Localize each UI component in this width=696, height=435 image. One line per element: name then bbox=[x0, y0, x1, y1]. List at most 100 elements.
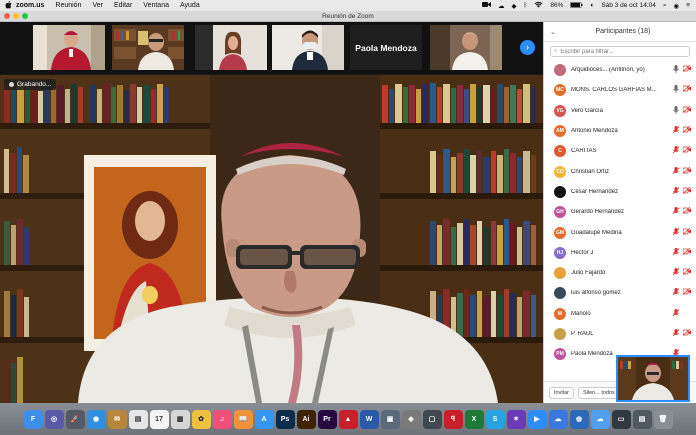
participant-row[interactable]: CO Christian Ortiz bbox=[544, 161, 696, 181]
dock-app-icon[interactable]: 17 bbox=[149, 409, 169, 429]
participant-row[interactable]: Arquidióces... (Anfitrión, yo) bbox=[544, 60, 696, 80]
mic-muted-icon[interactable] bbox=[672, 247, 680, 258]
participant-row[interactable]: MC MONS. CARLOS GARFIAS M... bbox=[544, 80, 696, 100]
user-icon[interactable]: ◉ bbox=[674, 2, 680, 10]
dock-app-icon[interactable]: ◈ bbox=[401, 409, 421, 429]
video-thumbnail[interactable] bbox=[33, 25, 105, 70]
zoom-status-icon[interactable] bbox=[481, 1, 491, 10]
video-off-icon[interactable] bbox=[682, 64, 691, 75]
participant-row[interactable]: Julio Fajardo bbox=[544, 263, 696, 283]
wifi-icon[interactable] bbox=[534, 1, 543, 10]
control-center-icon[interactable]: ≡ bbox=[686, 2, 690, 9]
participant-row[interactable]: P. RAÚL bbox=[544, 324, 696, 344]
dock-app-icon[interactable]: 🚀 bbox=[65, 409, 85, 429]
dock-app-icon[interactable]: ✉ bbox=[107, 409, 127, 429]
dock-app-icon[interactable]: ▶ bbox=[527, 409, 547, 429]
siri-icon[interactable]: ◐ bbox=[590, 2, 594, 9]
menu-reunion[interactable]: Reunión bbox=[55, 2, 81, 9]
mic-muted-icon[interactable] bbox=[672, 166, 680, 177]
video-off-icon[interactable] bbox=[682, 125, 691, 136]
video-off-icon[interactable] bbox=[682, 328, 691, 339]
mic-icon[interactable] bbox=[673, 65, 679, 75]
menu-editar[interactable]: Editar bbox=[114, 2, 132, 9]
clock[interactable]: Sáb 3 de oct 14:04 bbox=[601, 2, 656, 9]
participant-row[interactable]: GH Gerardo Hernández bbox=[544, 202, 696, 222]
dock-app-icon[interactable]: ✶ bbox=[506, 409, 526, 429]
dock-app-icon[interactable]: S bbox=[485, 409, 505, 429]
close-button[interactable] bbox=[4, 13, 10, 19]
dock-app-icon[interactable]: ▢ bbox=[422, 409, 442, 429]
mic-muted-icon[interactable] bbox=[672, 308, 680, 319]
video-off-icon[interactable] bbox=[682, 166, 691, 177]
participant-row[interactable]: HJ Héctor J bbox=[544, 243, 696, 263]
mic-muted-icon[interactable] bbox=[672, 227, 680, 238]
invite-button[interactable]: Invitar bbox=[549, 386, 574, 399]
mic-muted-icon[interactable] bbox=[672, 207, 680, 217]
dock-app-icon[interactable]: ☁ bbox=[548, 409, 568, 429]
video-off-icon[interactable] bbox=[682, 105, 691, 116]
participant-row[interactable]: C CARITAS bbox=[544, 141, 696, 161]
participant-search-input[interactable] bbox=[560, 48, 681, 55]
menu-ayuda[interactable]: Ayuda bbox=[180, 2, 200, 9]
participant-row[interactable]: M Manolo bbox=[544, 304, 696, 324]
mic-muted-icon[interactable] bbox=[672, 146, 680, 156]
menu-ventana[interactable]: Ventana bbox=[143, 2, 169, 9]
video-thumbnail[interactable] bbox=[430, 25, 502, 70]
zoom-button[interactable] bbox=[22, 13, 28, 19]
dock-app-icon[interactable]: ♫ bbox=[212, 409, 232, 429]
dock-app-icon[interactable]: ▣ bbox=[380, 409, 400, 429]
bluetooth-icon[interactable]: ᛒ bbox=[523, 2, 527, 9]
dock-app-icon[interactable]: ▤ bbox=[632, 409, 652, 429]
menu-ver[interactable]: Ver bbox=[92, 2, 103, 9]
mic-icon[interactable] bbox=[673, 105, 679, 116]
dock-app-icon[interactable]: ◍ bbox=[569, 409, 589, 429]
dock-app-icon[interactable]: X bbox=[464, 409, 484, 429]
video-thumbnail[interactable] bbox=[272, 25, 344, 70]
video-off-icon[interactable] bbox=[682, 146, 691, 156]
video-off-icon[interactable] bbox=[682, 247, 691, 258]
menu-app-zoom[interactable]: zoom.us bbox=[16, 2, 44, 9]
mic-muted-icon[interactable] bbox=[672, 288, 680, 298]
dock-app-icon[interactable]: W bbox=[359, 409, 379, 429]
dock-app-icon[interactable]: Ai bbox=[296, 409, 316, 429]
participant-row[interactable]: VG Vero García bbox=[544, 101, 696, 121]
dock-app-icon[interactable]: ▭ bbox=[611, 409, 631, 429]
cloud-icon[interactable]: ☁ bbox=[498, 2, 505, 10]
dock-app-icon[interactable]: ◉ bbox=[86, 409, 106, 429]
participant-row[interactable]: luis alfonso gomez bbox=[544, 283, 696, 303]
dock-app-icon[interactable]: A bbox=[254, 409, 274, 429]
video-thumbnail[interactable] bbox=[112, 25, 184, 70]
mic-muted-icon[interactable] bbox=[672, 329, 680, 339]
video-thumbnail-name-tile[interactable]: Paola Mendoza bbox=[350, 25, 422, 70]
dock-app-icon[interactable]: ▦ bbox=[170, 409, 190, 429]
dropbox-icon[interactable]: ◆ bbox=[511, 2, 516, 10]
participant-row[interactable]: César Hernández bbox=[544, 182, 696, 202]
mute-all-button[interactable]: Silen... todos bbox=[577, 386, 620, 399]
video-thumbnail[interactable] bbox=[195, 25, 267, 70]
search-icon[interactable]: ⌕ bbox=[663, 2, 667, 10]
dock-app-icon[interactable]: Pr bbox=[317, 409, 337, 429]
mic-muted-icon[interactable] bbox=[672, 268, 680, 278]
video-off-icon[interactable] bbox=[682, 186, 691, 197]
battery-icon[interactable] bbox=[570, 1, 583, 10]
dock-app-icon[interactable]: F bbox=[23, 409, 43, 429]
minimize-button[interactable] bbox=[13, 13, 19, 19]
dock-app-icon[interactable]: Ps bbox=[275, 409, 295, 429]
dock-app-icon[interactable]: ▲ bbox=[338, 409, 358, 429]
next-page-arrow-button[interactable]: › bbox=[520, 40, 535, 55]
participant-row[interactable]: GM Guadalupe Medina bbox=[544, 222, 696, 242]
self-view-video[interactable] bbox=[616, 355, 690, 402]
recording-indicator[interactable]: Grabando... bbox=[4, 79, 57, 90]
apple-icon[interactable] bbox=[0, 0, 16, 11]
dock-app-icon[interactable]: ▤ bbox=[128, 409, 148, 429]
video-off-icon[interactable] bbox=[682, 288, 691, 298]
video-off-icon[interactable] bbox=[682, 85, 691, 95]
dock-app-icon[interactable]: ✿ bbox=[191, 409, 211, 429]
video-off-icon[interactable] bbox=[682, 227, 691, 238]
mic-muted-icon[interactable] bbox=[672, 186, 680, 197]
collapse-chevron-icon[interactable]: ⌄ bbox=[550, 28, 556, 36]
mic-muted-icon[interactable] bbox=[672, 126, 680, 136]
dock-app-icon[interactable]: ☁ bbox=[590, 409, 610, 429]
video-off-icon[interactable] bbox=[682, 206, 691, 217]
dock-app-icon[interactable]: ꟼ bbox=[443, 409, 463, 429]
